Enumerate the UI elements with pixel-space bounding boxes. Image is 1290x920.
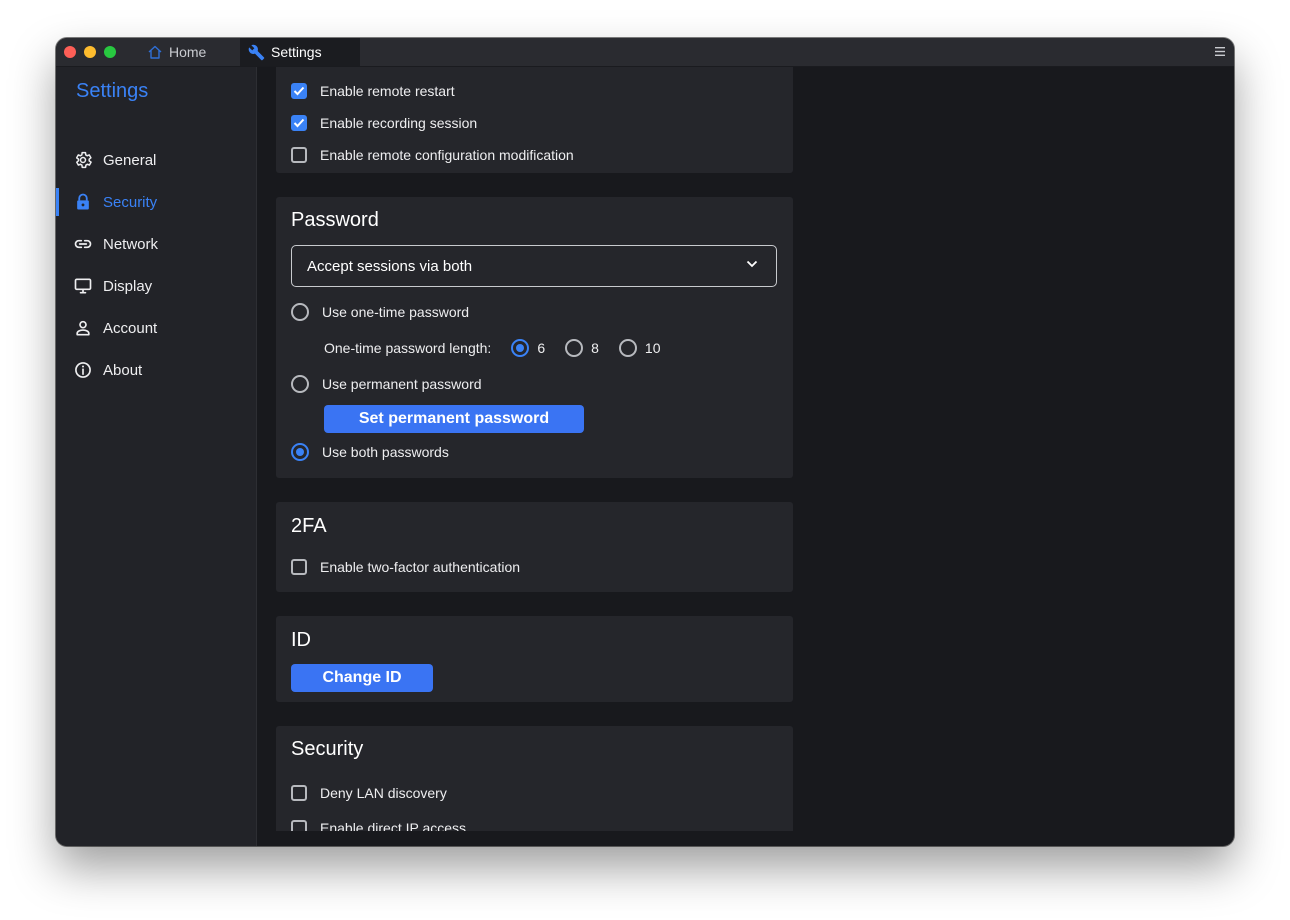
remote-restart-checkbox[interactable] bbox=[291, 83, 307, 99]
length-option-6[interactable]: 6 bbox=[511, 339, 545, 357]
one-time-password-label: Use one-time password bbox=[322, 304, 470, 320]
tab-settings-label: Settings bbox=[271, 44, 322, 60]
password-length-row: One-time password length: 6 8 10 bbox=[324, 339, 660, 357]
deny-lan-checkbox[interactable] bbox=[291, 785, 307, 801]
permanent-password-label: Use permanent password bbox=[322, 376, 482, 392]
length-8-label: 8 bbox=[591, 340, 599, 356]
length-6-radio[interactable] bbox=[511, 339, 530, 357]
recording-session-label: Enable recording session bbox=[320, 115, 478, 131]
sidebar-item-label: General bbox=[103, 151, 157, 169]
direct-ip-option[interactable]: Enable direct IP access bbox=[291, 820, 466, 831]
recording-session-option[interactable]: Enable recording session bbox=[291, 115, 477, 131]
remote-config-label: Enable remote configuration modification bbox=[320, 147, 574, 163]
remote-config-option[interactable]: Enable remote configuration modification bbox=[291, 147, 574, 163]
password-length-label: One-time password length: bbox=[324, 340, 492, 356]
settings-content[interactable]: Enable remote restart Enable recording s… bbox=[257, 67, 1234, 831]
info-icon bbox=[75, 362, 91, 378]
length-10-radio[interactable] bbox=[618, 339, 637, 357]
accept-sessions-select[interactable]: Accept sessions via both bbox=[291, 245, 777, 287]
permissions-card: Enable remote restart Enable recording s… bbox=[276, 67, 793, 173]
sidebar-item-about[interactable]: About bbox=[56, 352, 256, 388]
direct-ip-checkbox[interactable] bbox=[291, 820, 307, 831]
app-window: Home Settings Settings General Security … bbox=[56, 38, 1234, 846]
sidebar-item-label: Display bbox=[103, 277, 153, 295]
deny-lan-option[interactable]: Deny LAN discovery bbox=[291, 785, 447, 801]
chevron-down-icon bbox=[746, 260, 758, 268]
accept-sessions-value: Accept sessions via both bbox=[307, 257, 473, 275]
checkmark-icon bbox=[293, 118, 305, 128]
title-bar: Home Settings bbox=[56, 38, 1234, 67]
sidebar-item-account[interactable]: Account bbox=[56, 310, 256, 346]
both-passwords-option[interactable]: Use both passwords bbox=[291, 443, 449, 461]
home-icon bbox=[148, 45, 162, 59]
length-10-label: 10 bbox=[644, 340, 661, 356]
sidebar-item-general[interactable]: General bbox=[56, 142, 256, 178]
tab-settings[interactable]: Settings bbox=[240, 38, 360, 66]
deny-lan-label: Deny LAN discovery bbox=[320, 785, 447, 801]
set-permanent-password-button[interactable]: Set permanent password bbox=[324, 405, 584, 433]
remote-restart-option[interactable]: Enable remote restart bbox=[291, 83, 455, 99]
id-title: ID bbox=[291, 629, 311, 651]
sidebar-item-label: Network bbox=[103, 235, 159, 253]
monitor-icon bbox=[74, 278, 92, 294]
sidebar-item-label: Security bbox=[103, 193, 158, 211]
sidebar-title: Settings bbox=[76, 80, 149, 102]
checkmark-icon bbox=[293, 86, 305, 96]
sidebar-item-label: Account bbox=[103, 319, 158, 337]
gear-icon bbox=[75, 151, 92, 169]
person-icon bbox=[76, 320, 90, 336]
password-card: Password Accept sessions via both Use on… bbox=[276, 197, 793, 478]
both-passwords-label: Use both passwords bbox=[322, 444, 449, 460]
wrench-icon bbox=[248, 44, 265, 60]
twofa-title: 2FA bbox=[291, 515, 327, 537]
tab-home[interactable]: Home bbox=[142, 38, 240, 66]
id-card: ID Change ID bbox=[276, 616, 793, 702]
link-icon bbox=[74, 239, 92, 249]
sidebar-item-security[interactable]: Security bbox=[56, 184, 256, 220]
sidebar-item-label: About bbox=[103, 361, 143, 379]
security-card: Security Deny LAN discovery Enable direc… bbox=[276, 726, 793, 831]
sidebar-item-network[interactable]: Network bbox=[56, 226, 256, 262]
minimize-window-button[interactable] bbox=[84, 46, 96, 58]
sidebar-item-display[interactable]: Display bbox=[56, 268, 256, 304]
remote-config-checkbox[interactable] bbox=[291, 147, 307, 163]
permanent-password-option[interactable]: Use permanent password bbox=[291, 375, 482, 393]
zoom-window-button[interactable] bbox=[104, 46, 116, 58]
one-time-password-option[interactable]: Use one-time password bbox=[291, 303, 469, 321]
remote-restart-label: Enable remote restart bbox=[320, 83, 455, 99]
two-factor-label: Enable two-factor authentication bbox=[320, 559, 521, 575]
length-option-8[interactable]: 8 bbox=[565, 339, 599, 357]
permanent-password-radio[interactable] bbox=[291, 375, 309, 393]
length-8-radio[interactable] bbox=[565, 339, 584, 357]
lock-icon bbox=[77, 193, 89, 210]
length-6-label: 6 bbox=[537, 340, 546, 356]
length-option-10[interactable]: 10 bbox=[618, 339, 661, 357]
change-id-button[interactable]: Change ID bbox=[291, 664, 433, 692]
password-title: Password bbox=[291, 209, 379, 231]
two-factor-checkbox[interactable] bbox=[291, 559, 307, 575]
sidebar: Settings General Security Network Displa… bbox=[56, 67, 257, 846]
twofa-card: 2FA Enable two-factor authentication bbox=[276, 502, 793, 592]
close-window-button[interactable] bbox=[64, 46, 76, 58]
recording-session-checkbox[interactable] bbox=[291, 115, 307, 131]
one-time-password-radio[interactable] bbox=[291, 303, 309, 321]
direct-ip-label: Enable direct IP access bbox=[320, 820, 467, 831]
hamburger-menu-icon[interactable] bbox=[1214, 46, 1226, 57]
two-factor-option[interactable]: Enable two-factor authentication bbox=[291, 559, 520, 575]
tab-home-label: Home bbox=[169, 44, 207, 60]
security-title: Security bbox=[291, 738, 364, 760]
both-passwords-radio[interactable] bbox=[291, 443, 309, 461]
